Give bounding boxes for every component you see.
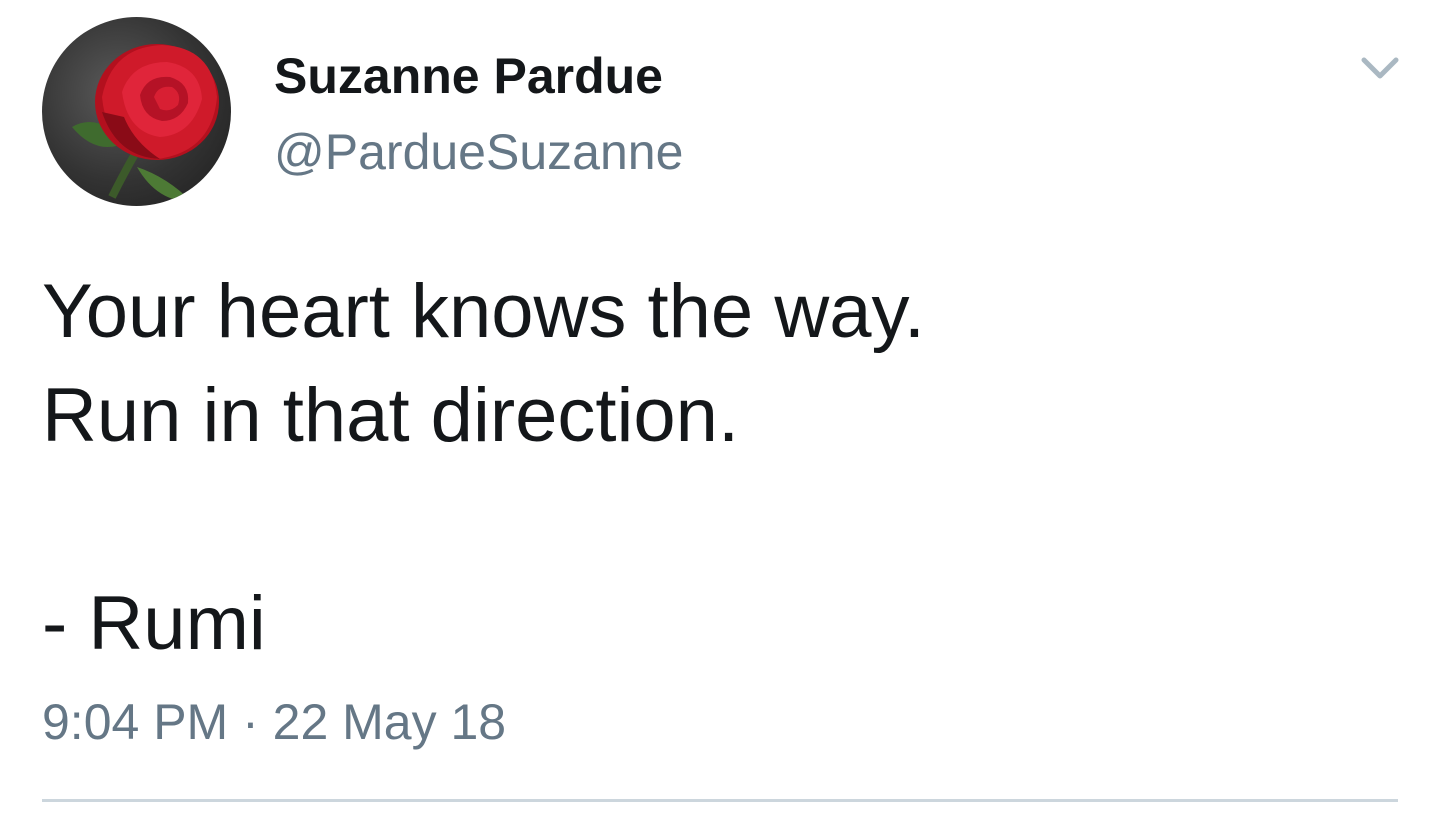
display-name[interactable]: Suzanne Pardue xyxy=(274,46,663,106)
tweet-card: Suzanne Pardue @PardueSuzanne Your heart… xyxy=(0,0,1440,817)
avatar[interactable] xyxy=(42,17,231,206)
user-handle[interactable]: @PardueSuzanne xyxy=(274,122,683,182)
rose-icon xyxy=(72,44,219,202)
divider xyxy=(42,799,1398,802)
tweet-text: Your heart knows the way. Run in that di… xyxy=(42,269,925,666)
tweet-timestamp[interactable]: 9:04 PM · 22 May 18 xyxy=(42,692,506,752)
chevron-down-icon[interactable] xyxy=(1358,52,1402,86)
